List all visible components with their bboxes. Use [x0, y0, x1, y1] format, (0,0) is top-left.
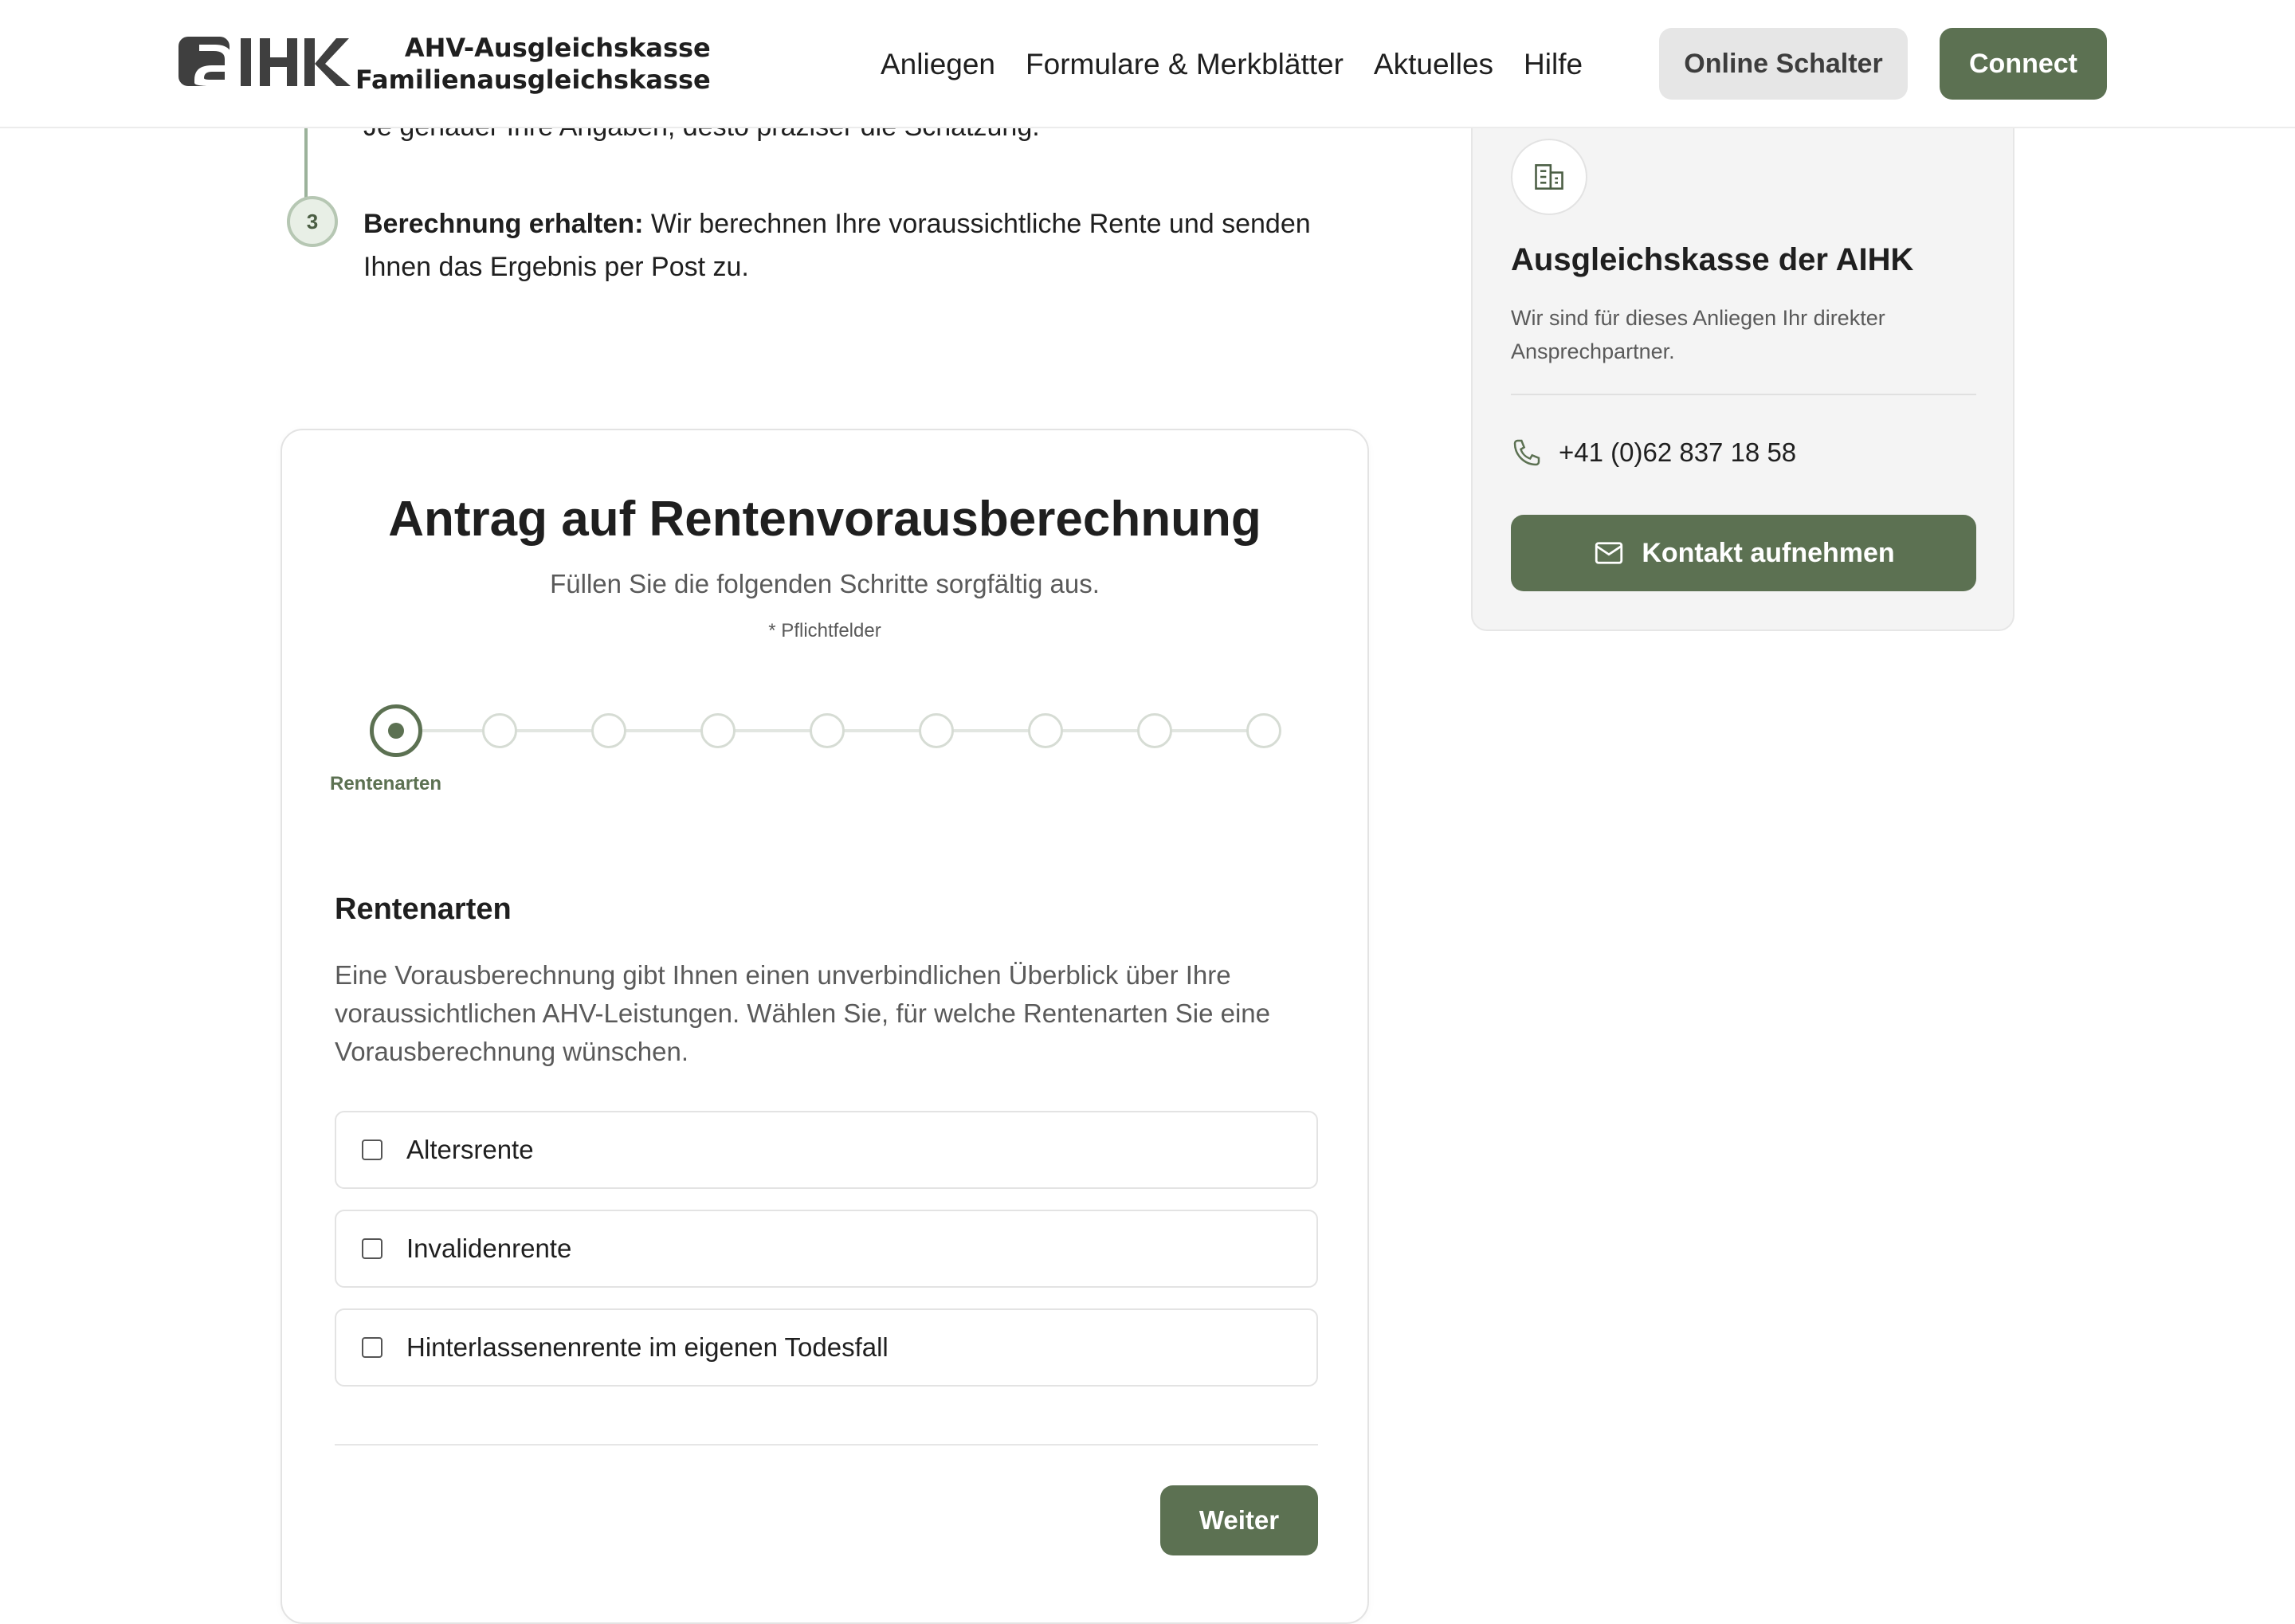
phone-link[interactable]: +41 (0)62 837 18 58: [1511, 437, 1796, 469]
steps-timeline-line: [304, 120, 308, 201]
progress-step-9: [1246, 713, 1281, 748]
nav-aktuelles[interactable]: Aktuelles: [1374, 45, 1493, 84]
option-label: Altersrente: [406, 1135, 534, 1164]
contact-card: Ausgleichskasse der AIHK Wir sind für di…: [1471, 48, 2014, 631]
logo-text: AHV-Ausgleichskasse Familienausgleichska…: [355, 32, 711, 96]
step-3-title: Berechnung erhalten:: [363, 209, 644, 239]
main-nav: Anliegen Formulare & Merkblätter Aktuell…: [881, 45, 1613, 84]
aihk-logo-graphic: [178, 37, 351, 86]
mail-icon: [1595, 542, 1623, 564]
checkbox-hinterlassenenrente[interactable]: [362, 1337, 382, 1358]
form-card: Antrag auf Rentenvorausberechnung Füllen…: [280, 429, 1369, 1624]
option-label: Hinterlassenenrente im eigenen Todesfall: [406, 1332, 889, 1362]
contact-title: Ausgleichskasse der AIHK: [1511, 242, 1914, 277]
option-hinterlassenenrente[interactable]: Hinterlassenenrente im eigenen Todesfall: [335, 1308, 1318, 1387]
connect-button[interactable]: Connect: [1940, 28, 2107, 100]
step-3-badge: 3: [287, 196, 338, 247]
progress-step-8: [1137, 713, 1172, 748]
option-altersrente[interactable]: Altersrente: [335, 1111, 1318, 1189]
option-label: Invalidenrente: [406, 1234, 572, 1263]
building-icon-wrap: [1511, 139, 1587, 215]
section-title: Rentenarten: [335, 892, 512, 926]
progress-step-2: [482, 713, 517, 748]
required-note: * Pflichtfelder: [768, 620, 881, 641]
nav-hilfe[interactable]: Hilfe: [1524, 45, 1583, 84]
form-title: Antrag auf Rentenvorausberechnung: [388, 492, 1261, 547]
form-subtitle: Füllen Sie die folgenden Schritte sorgfä…: [550, 569, 1100, 598]
next-button[interactable]: Weiter: [1160, 1485, 1318, 1555]
nav-formulare[interactable]: Formulare & Merkblätter: [1026, 45, 1344, 84]
progress-step-4: [700, 713, 736, 748]
progress-step-7: [1028, 713, 1063, 748]
logo-line-2: Familienausgleichskasse: [355, 65, 711, 95]
section-description: Eine Vorausberechnung gibt Ihnen einen u…: [335, 960, 1271, 1066]
option-invalidenrente[interactable]: Invalidenrente: [335, 1210, 1318, 1288]
aihk-logo[interactable]: AHV-Ausgleichskasse Familienausgleichska…: [177, 32, 711, 96]
phone-number: +41 (0)62 837 18 58: [1559, 437, 1797, 467]
site-header: AHV-Ausgleichskasse Familienausgleichska…: [0, 0, 2295, 128]
building-icon: [1535, 164, 1563, 190]
online-schalter-button[interactable]: Online Schalter: [1659, 28, 1908, 100]
progress-step-6: [919, 713, 954, 748]
nav-anliegen[interactable]: Anliegen: [881, 45, 995, 84]
progress-step-1[interactable]: [370, 704, 422, 757]
form-divider: [335, 1444, 1318, 1446]
step-3-text: Berechnung erhalten: Wir berechnen Ihre …: [363, 202, 1344, 288]
form-progress-stepper: [362, 703, 1286, 759]
contact-button[interactable]: Kontakt aufnehmen: [1511, 515, 1976, 591]
progress-step-3: [591, 713, 626, 748]
contact-description: Wir sind für dieses Anliegen Ihr direkte…: [1511, 306, 1885, 363]
checkbox-altersrente[interactable]: [362, 1140, 382, 1160]
progress-step-5: [810, 713, 845, 748]
aihk-logo-mark: [177, 32, 354, 96]
logo-line-1: AHV-Ausgleichskasse: [404, 33, 711, 63]
progress-current-label: Rentenarten: [330, 773, 442, 794]
contact-button-label: Kontakt aufnehmen: [1642, 537, 1895, 568]
phone-icon: [1513, 439, 1540, 466]
contact-divider: [1511, 394, 1976, 395]
checkbox-invalidenrente[interactable]: [362, 1238, 382, 1259]
